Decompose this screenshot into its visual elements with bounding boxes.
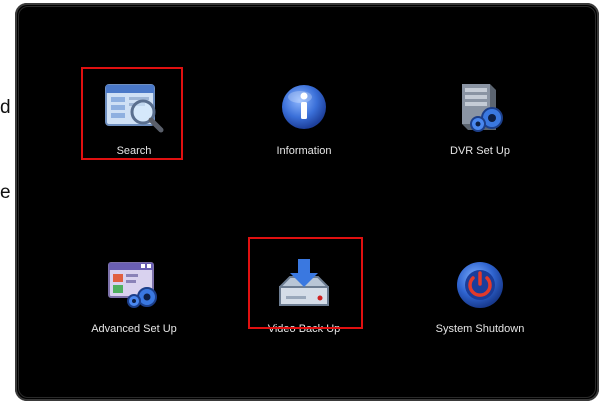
dvr-setup-icon — [448, 75, 512, 139]
menu-item-dvr-setup[interactable]: DVR Set Up — [415, 75, 545, 170]
menu-item-label: System Shutdown — [435, 323, 525, 335]
menu-item-label: Information — [276, 145, 332, 157]
advanced-setup-icon — [102, 253, 166, 317]
menu-item-information[interactable]: Information — [239, 75, 369, 170]
menu-item-system-shutdown[interactable]: System Shutdown — [415, 253, 545, 348]
search-icon — [102, 75, 166, 139]
dvr-main-menu-screen: Search Information DVR Set Up Advanced S… — [15, 3, 599, 401]
info-icon — [272, 75, 336, 139]
document-text-fragment: d — [0, 97, 11, 118]
power-icon — [448, 253, 512, 317]
menu-item-video-backup[interactable]: Video Back Up — [239, 253, 369, 348]
video-backup-icon — [272, 253, 336, 317]
menu-item-label: Video Back Up — [267, 323, 341, 335]
menu-item-label: Advanced Set Up — [91, 323, 177, 335]
menu-item-label: Search — [116, 145, 152, 157]
document-text-fragment: e — [0, 182, 11, 203]
menu-item-label: DVR Set Up — [450, 145, 510, 157]
menu-item-advanced-setup[interactable]: Advanced Set Up — [69, 253, 199, 348]
menu-item-search[interactable]: Search — [69, 75, 199, 170]
